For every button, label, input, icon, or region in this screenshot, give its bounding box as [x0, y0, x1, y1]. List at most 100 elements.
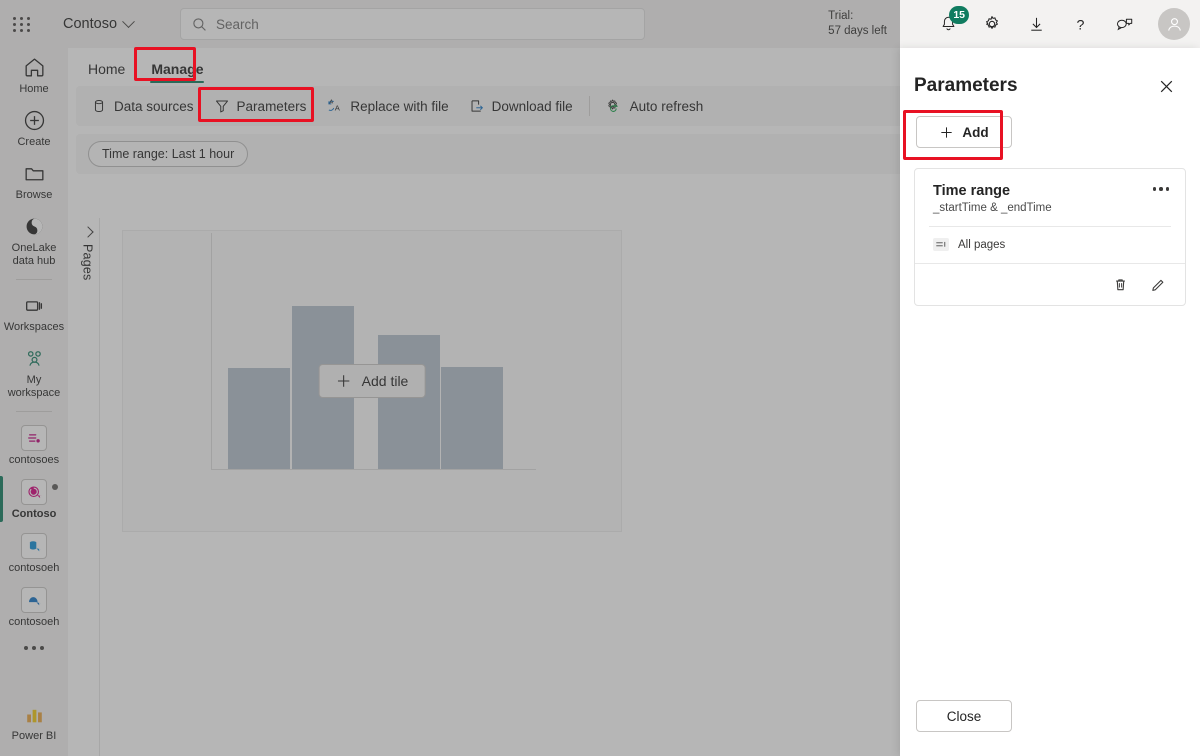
database-icon	[21, 533, 47, 559]
sidebar-item-my-workspace[interactable]: My workspace	[0, 339, 68, 405]
feedback-button[interactable]	[1112, 12, 1136, 36]
parameters-panel: Parameters Add Time range _startTime & _…	[900, 48, 1200, 756]
parameter-pages-label: All pages	[958, 238, 1006, 251]
filter-funnel-icon	[215, 100, 228, 113]
parameter-card-actions	[915, 263, 1185, 305]
sidebar-item-label: contosoes	[8, 454, 60, 466]
app-launcher-icon[interactable]	[0, 0, 44, 48]
workspaces-icon	[25, 301, 42, 311]
sidebar-footer: Power BI	[0, 695, 68, 748]
sidebar-item-label: Workspaces	[3, 321, 65, 333]
plus-circle-icon	[24, 110, 44, 131]
svg-text:A: A	[330, 99, 334, 105]
parameter-card-header: Time range _startTime & _endTime	[915, 169, 1185, 226]
add-tile-label: Add tile	[361, 373, 409, 389]
sidebar-item-contosoeh-lakehouse[interactable]: contosoeh	[0, 580, 68, 634]
dashboard-canvas[interactable]: Add tile	[122, 230, 622, 532]
sidebar-item-contoso[interactable]: Contoso	[0, 472, 68, 526]
parameter-card: Time range _startTime & _endTime All pag…	[914, 168, 1186, 306]
sidebar-item-label: Home	[19, 83, 49, 95]
more-options-icon[interactable]	[1151, 182, 1172, 196]
chart-x-axis	[211, 469, 536, 470]
close-button[interactable]: Close	[916, 700, 1012, 732]
power-bi-icon	[26, 709, 42, 723]
sidebar-item-workspaces[interactable]: Workspaces	[0, 286, 68, 339]
svg-text:?: ?	[1076, 17, 1084, 33]
sidebar-item-label: My workspace	[7, 374, 61, 399]
sidebar-more-button[interactable]	[0, 634, 68, 662]
pages-panel-toggle[interactable]: Pages	[76, 218, 100, 756]
sidebar-item-create[interactable]: Create	[0, 101, 68, 154]
search-input[interactable]: Search	[180, 8, 645, 40]
database-icon	[94, 99, 104, 113]
left-nav-rail: Home Create Browse OneLake data hub Work…	[0, 48, 68, 756]
data-sources-button[interactable]: Data sources	[82, 91, 203, 121]
downloads-button[interactable]	[1024, 12, 1048, 36]
help-icon: ?	[1076, 17, 1084, 33]
sidebar-item-label: Contoso	[11, 508, 57, 520]
sidebar-item-onelake-data-hub[interactable]: OneLake data hub	[0, 207, 68, 273]
replace-with-file-button[interactable]: A A Replace with file	[317, 91, 457, 121]
pencil-icon[interactable]	[1147, 273, 1169, 295]
download-file-button[interactable]: Download file	[460, 91, 582, 121]
chevron-right-icon	[81, 226, 94, 238]
command-label: Replace with file	[350, 98, 449, 114]
pages-label: Pages	[80, 244, 95, 281]
unsaved-indicator-dot	[52, 484, 58, 490]
close-icon[interactable]	[1152, 72, 1180, 100]
home-icon	[25, 58, 43, 77]
settings-button[interactable]	[980, 12, 1004, 36]
search-placeholder: Search	[216, 16, 259, 32]
tab-label: Manage	[151, 61, 204, 77]
person-icon	[1167, 17, 1181, 31]
trash-icon[interactable]	[1109, 273, 1131, 295]
folder-icon	[25, 168, 43, 181]
realtime-dashboard-icon	[21, 479, 47, 505]
command-label: Auto refresh	[629, 98, 704, 114]
parameter-variables: _startTime & _endTime	[933, 202, 1052, 214]
parameter-name: Time range	[933, 183, 1011, 199]
placeholder-chart	[211, 231, 541, 471]
sidebar-item-home[interactable]: Home	[0, 48, 68, 101]
add-parameter-button[interactable]: Add	[916, 116, 1012, 148]
sidebar-item-label: Create	[17, 136, 51, 148]
brand-switcher[interactable]: Contoso	[63, 14, 135, 32]
plus-icon	[941, 126, 953, 138]
replace-file-icon: A A	[328, 99, 341, 113]
download-file-icon	[471, 100, 483, 112]
sidebar-item-label: OneLake data hub	[11, 242, 57, 267]
chart-y-axis	[211, 233, 212, 469]
sidebar-item-contosoeh-database[interactable]: contosoeh	[0, 526, 68, 580]
svg-text:A: A	[335, 104, 341, 113]
command-label: Download file	[491, 98, 573, 114]
pages-list-icon	[933, 238, 949, 251]
time-range-label: Time range: Last 1 hour	[102, 147, 235, 161]
sidebar-item-label: Browse	[15, 189, 53, 201]
notifications-button[interactable]: 15	[936, 6, 969, 36]
sidebar-item-label: contosoeh	[8, 616, 60, 628]
time-range-chip[interactable]: Time range: Last 1 hour	[88, 141, 249, 167]
parameters-button[interactable]: Parameters	[205, 91, 316, 121]
add-label: Add	[962, 124, 989, 140]
trial-line-2: 57 days left	[828, 25, 887, 37]
feedback-icon	[1116, 18, 1132, 30]
chevron-down-icon	[122, 14, 135, 28]
tab-home[interactable]: Home	[76, 61, 137, 84]
people-icon	[27, 351, 41, 366]
auto-refresh-icon	[607, 99, 618, 112]
close-button-label: Close	[946, 708, 982, 724]
add-tile-button[interactable]: Add tile	[318, 364, 426, 398]
account-avatar[interactable]	[1158, 8, 1190, 40]
chart-bar	[228, 368, 290, 469]
app-root: Contoso Search Trial: 57 days left 15 ? …	[0, 0, 1200, 756]
gear-icon	[986, 16, 998, 29]
sidebar-item-contosoes[interactable]: contosoes	[0, 418, 68, 472]
sidebar-item-power-bi[interactable]: Power BI	[0, 695, 68, 748]
sidebar-item-browse[interactable]: Browse	[0, 154, 68, 207]
tab-manage[interactable]: Manage	[139, 61, 215, 84]
plus-icon	[337, 375, 350, 387]
notification-badge: 15	[949, 6, 969, 24]
help-button[interactable]: ?	[1068, 12, 1092, 36]
auto-refresh-button[interactable]: Auto refresh	[597, 91, 713, 121]
search-icon	[193, 17, 206, 31]
